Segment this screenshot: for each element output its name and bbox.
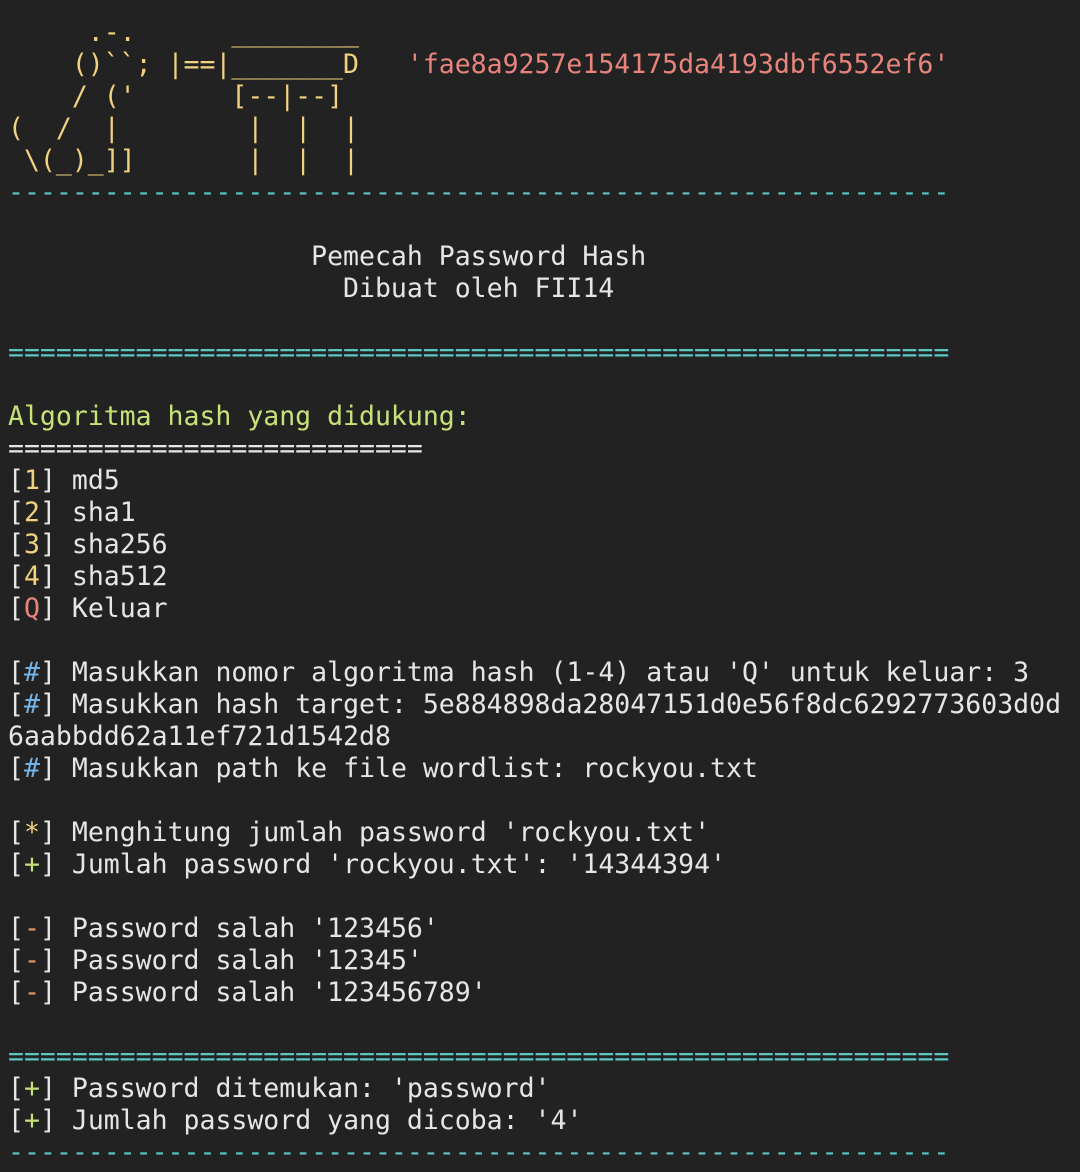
menu-item: [Q] Keluar [8,593,168,624]
menu-underline-line: ========================== [8,433,1072,465]
dash-separator: ----------------------------------------… [8,177,950,208]
prompt-hash-continued: 6aabbdd62a11ef721d1542d8 [8,721,1072,753]
banner-line-3: / (' [--|--] [8,81,1072,113]
attempt-line: [-] Password salah '123456' [8,913,439,944]
menu-heading: Algoritma hash yang didukung: [8,401,471,432]
banner-hash: 'fae8a9257e154175da4193dbf6552ef6' [406,49,950,80]
status-symbol: + [23,849,40,880]
prompt-text: Masukkan path ke file wordlist: rockyou.… [71,753,758,784]
banner-art-line: ()``; |==|_______D [8,49,359,80]
menu-item-key: 4 [23,561,40,592]
attempt-symbol: - [23,977,40,1008]
banner-art-line: / (' [--|--] [8,81,344,112]
terminal-output: .-. ________ ()``; |==|_______D 'fae8a92… [8,17,1072,1169]
banner-line-1: .-. ________ [8,17,1072,49]
prompt-text: Masukkan hash target: 5e884898da28047151… [71,689,1062,720]
title-line-2: Dibuat oleh FII14 [8,273,1072,305]
attempt-line: [-] Password salah '123456789' [8,977,487,1008]
menu-underline: ========================== [8,433,423,464]
menu-item-label: md5 [71,465,120,496]
status-text: Menghitung jumlah password 'rockyou.txt' [71,817,711,848]
result-text: Jumlah password yang dicoba: '4' [71,1105,583,1136]
app-title: Pemecah Password Hash [8,241,647,272]
prompt-wordlist: [#] Masukkan path ke file wordlist: rock… [8,753,758,784]
equals-separator-line: ========================================… [8,1041,1072,1073]
result-symbol: + [23,1105,40,1136]
menu-item-key: Q [23,593,40,624]
title-line-1: Pemecah Password Hash [8,241,1072,273]
equals-separator: ========================================… [8,1041,950,1072]
menu-item: [4] sha512 [8,561,168,592]
banner-line-5: \(_)_]] | | | [8,145,1072,177]
prompt-algorithm: [#] Masukkan nomor algoritma hash (1-4) … [8,657,1030,688]
prompt-symbol: # [23,657,40,688]
prompt-symbol: # [23,753,40,784]
menu-item-label: Keluar [71,593,168,624]
status-text: Jumlah password 'rockyou.txt': '14344394… [71,849,726,880]
status-counting: [*] Menghitung jumlah password 'rockyou.… [8,817,711,848]
attempt-line: [-] Password salah '12345' [8,945,423,976]
banner-line-4: ( / | | | | [8,113,1072,145]
attempt-symbol: - [23,913,40,944]
menu-item-label: sha1 [71,497,136,528]
banner-line-2: ()``; |==|_______D 'fae8a9257e154175da41… [8,49,1072,81]
prompt-text: 6aabbdd62a11ef721d1542d8 [8,721,391,752]
result-text: Password ditemukan: 'password' [71,1073,551,1104]
attempt-text: Password salah '12345' [71,945,423,976]
app-author: Dibuat oleh FII14 [8,273,615,304]
menu-item: [1] md5 [8,465,120,496]
prompt-text: Masukkan nomor algoritma hash (1-4) atau… [71,657,1030,688]
attempt-text: Password salah '123456789' [71,977,487,1008]
equals-separator: ========================================… [8,337,950,368]
banner-dash-separator: ----------------------------------------… [8,177,1072,209]
dash-separator: ----------------------------------------… [8,1137,950,1168]
status-total: [+] Jumlah password 'rockyou.txt': '1434… [8,849,726,880]
banner-art-line: ( / | | | | [8,113,359,144]
menu-item: [3] sha256 [8,529,168,560]
menu-heading-line: Algoritma hash yang didukung: [8,401,1072,433]
menu-item: [2] sha1 [8,497,136,528]
menu-item-key: 2 [23,497,40,528]
bottom-dash-separator: ----------------------------------------… [8,1137,1072,1169]
attempt-text: Password salah '123456' [71,913,439,944]
prompt-symbol: # [23,689,40,720]
equals-separator-line: ========================================… [8,337,1072,369]
prompt-hash: [#] Masukkan hash target: 5e884898da2804… [8,689,1062,720]
result-tried: [+] Jumlah password yang dicoba: '4' [8,1105,583,1136]
result-symbol: + [23,1073,40,1104]
menu-item-label: sha512 [71,561,168,592]
banner-art-line: \(_)_]] | | | [8,145,359,176]
menu-item-label: sha256 [71,529,168,560]
status-symbol: * [23,817,40,848]
menu-item-key: 3 [23,529,40,560]
menu-item-key: 1 [23,465,40,496]
attempt-symbol: - [23,945,40,976]
banner-art-line: .-. ________ [8,17,359,48]
result-found: [+] Password ditemukan: 'password' [8,1073,551,1104]
